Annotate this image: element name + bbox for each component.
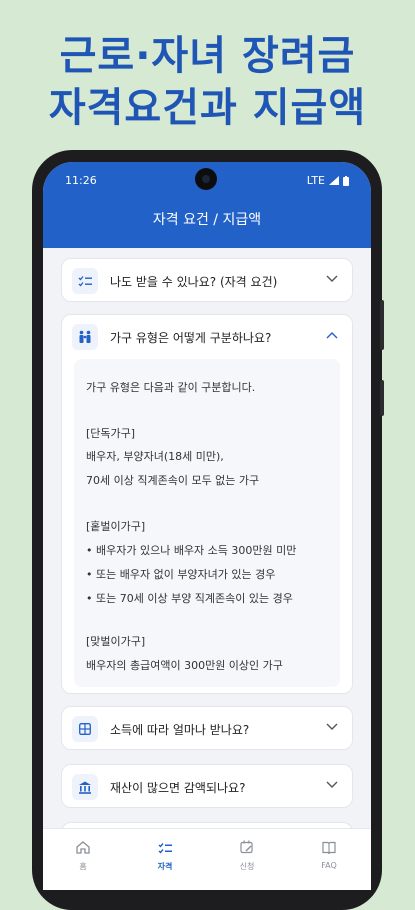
answer-line: 70세 이상 직계존속이 모두 없는 가구 (86, 474, 260, 487)
faq-item-title: 나도 받을 수 있나요? (자격 요건) (110, 275, 278, 289)
calendar-edit-icon (240, 840, 253, 854)
signal-icon (329, 176, 339, 185)
status-time: 11:26 (65, 174, 97, 187)
phone-screen: 11:26 LTE 자격 요건 / 지급액 나도 받을 수 있나요? (자격 요… (43, 162, 371, 890)
promo-title-line2: 자격요건과 지급액 (48, 85, 367, 131)
faq-item-title: 소득에 따라 얼마나 받나요? (110, 723, 250, 737)
nav-apply-label: 신청 (239, 862, 255, 871)
nav-eligibility[interactable]: 자격 (135, 839, 195, 872)
page-title: 자격 요건 / 지급액 (152, 212, 262, 228)
network-label: LTE (306, 174, 325, 187)
camera-punch-hole (195, 168, 217, 190)
faq-item-household-type[interactable]: 가구 유형은 어떻게 구분하나요? 가구 유형은 다음과 같이 구분합니다. [… (61, 314, 353, 694)
nav-home[interactable]: 홈 (53, 839, 113, 872)
bottom-navigation: 홈 자격 신청 FAQ (43, 828, 371, 890)
promo-title: 근로·자녀 장려금 자격요건과 지급액 (0, 30, 415, 134)
power-button (380, 380, 384, 416)
faq-item-header[interactable]: 나도 받을 수 있나요? (자격 요건) (62, 259, 352, 303)
battery-icon (343, 175, 349, 186)
chevron-down-icon (326, 781, 338, 788)
chevron-up-icon (326, 332, 338, 339)
answer-line: 배우자의 총급여액이 300만원 이상인 가구 (86, 659, 283, 672)
home-icon (76, 841, 90, 854)
nav-home-label: 홈 (79, 862, 87, 871)
answer-line: [홑벌이가구] (86, 520, 146, 533)
nav-faq-label: FAQ (321, 861, 337, 870)
faq-answer: 가구 유형은 다음과 같이 구분합니다. [단독가구] 배우자, 부양자녀(18… (74, 359, 340, 687)
volume-button (380, 300, 384, 350)
faq-item-amount[interactable]: 소득에 따라 얼마나 받나요? (61, 706, 353, 750)
checklist-icon (72, 268, 98, 294)
app-bar: 자격 요건 / 지급액 (43, 198, 371, 248)
bank-icon (72, 774, 98, 800)
book-icon (322, 841, 336, 855)
answer-line: [맞벌이가구] (86, 635, 146, 648)
faq-item-header[interactable]: 가구 유형은 어떻게 구분하나요? (62, 315, 352, 359)
answer-line: • 또는 70세 이상 부양 직계존속이 있는 경우 (86, 592, 293, 605)
calculator-icon (72, 716, 98, 742)
nav-faq[interactable]: FAQ (299, 839, 359, 870)
promo-title-line1: 근로·자녀 장려금 (59, 33, 356, 79)
answer-line: 가구 유형은 다음과 같이 구분합니다. (86, 381, 256, 394)
answer-line: • 또는 배우자 없이 부양자녀가 있는 경우 (86, 568, 276, 581)
chevron-down-icon (326, 275, 338, 282)
faq-item-eligibility[interactable]: 나도 받을 수 있나요? (자격 요건) (61, 258, 353, 302)
answer-line: [단독가구] (86, 427, 136, 440)
family-icon (72, 324, 98, 350)
nav-apply[interactable]: 신청 (217, 839, 277, 872)
checklist-icon (158, 843, 172, 854)
answer-line: 배우자, 부양자녀(18세 미만), (86, 450, 224, 463)
faq-item-assets[interactable]: 재산이 많으면 감액되나요? (61, 764, 353, 808)
status-network: LTE (307, 174, 349, 187)
answer-line: • 배우자가 있으나 배우자 소득 300만원 미만 (86, 544, 297, 557)
faq-item-title: 가구 유형은 어떻게 구분하나요? (110, 331, 272, 345)
faq-item-title: 재산이 많으면 감액되나요? (110, 781, 246, 795)
faq-item-header[interactable]: 재산이 많으면 감액되나요? (62, 765, 352, 809)
faq-item-header[interactable]: 소득에 따라 얼마나 받나요? (62, 707, 352, 751)
faq-list: 나도 받을 수 있나요? (자격 요건) 가구 유형은 어떻게 구분하나요? 가… (43, 248, 371, 866)
nav-eligibility-label: 자격 (157, 862, 173, 871)
chevron-down-icon (326, 723, 338, 730)
